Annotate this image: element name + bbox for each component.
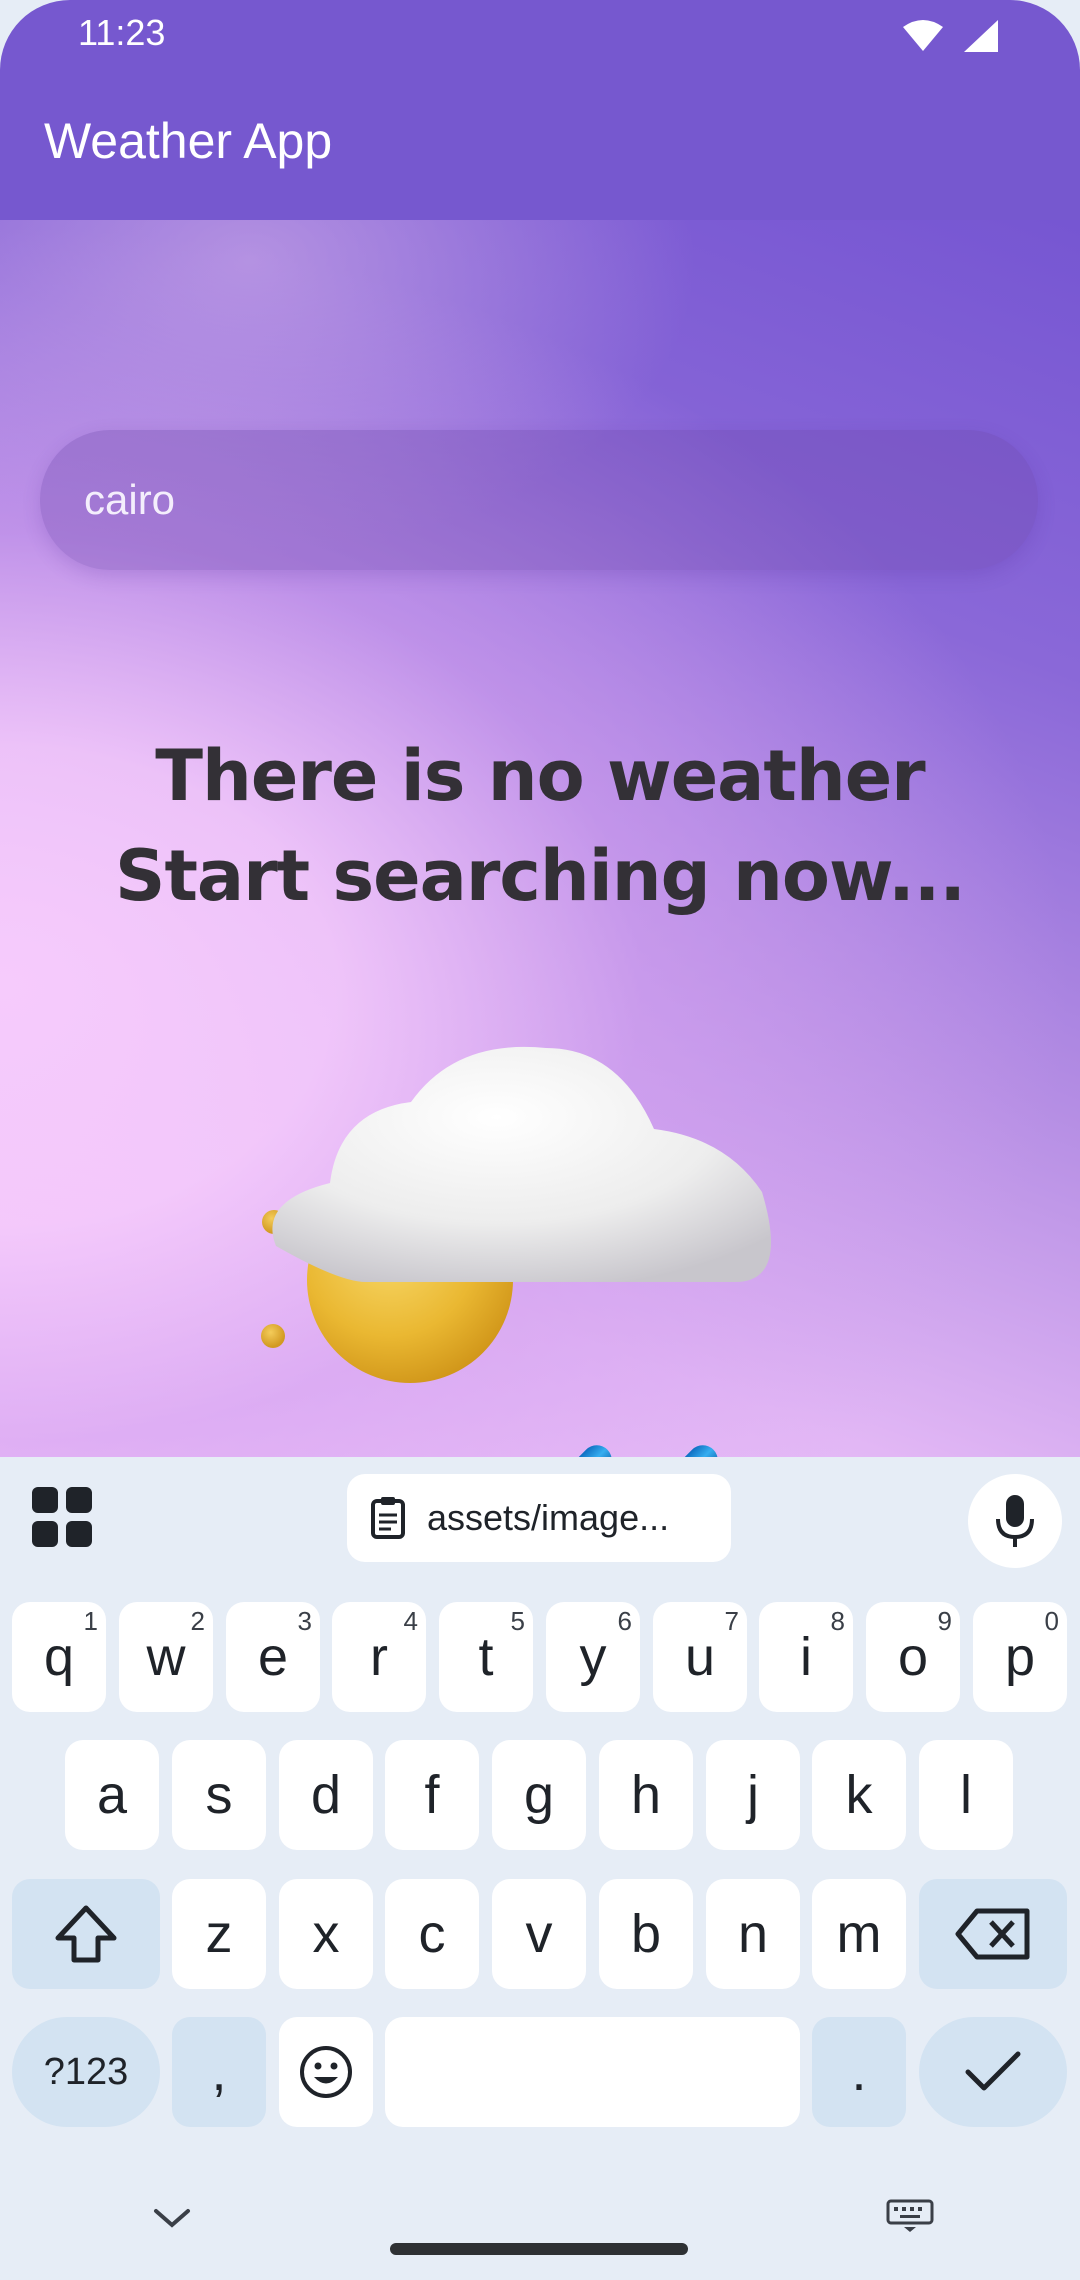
enter-key[interactable] [919, 2017, 1067, 2127]
key-j[interactable]: j [706, 1740, 800, 1850]
key-l[interactable]: l [919, 1740, 1013, 1850]
microphone-icon [996, 1495, 1034, 1547]
clipboard-suggestion-chip[interactable]: assets/image... [347, 1474, 731, 1562]
checkmark-icon [965, 2051, 1021, 2091]
emoji-icon [300, 2046, 352, 2098]
symbols-key[interactable]: ?123 [12, 2017, 160, 2127]
period-key[interactable]: . [812, 2017, 906, 2127]
key-f[interactable]: f [385, 1740, 479, 1850]
keyboard-toolbar: assets/image... [0, 1457, 1080, 1597]
search-input[interactable]: cairo [40, 430, 1038, 570]
key-d[interactable]: d [279, 1740, 373, 1850]
key-c[interactable]: c [385, 1879, 479, 1989]
app-header: 11:23 Weather App [0, 0, 1080, 220]
key-m[interactable]: m [812, 1879, 906, 1989]
key-x[interactable]: x [279, 1879, 373, 1989]
keyboard-switch-icon[interactable] [886, 2199, 934, 2233]
shift-icon [55, 1905, 117, 1963]
key-a[interactable]: a [65, 1740, 159, 1850]
key-n[interactable]: n [706, 1879, 800, 1989]
key-b[interactable]: b [599, 1879, 693, 1989]
sun-cloud-rain-image [261, 1046, 771, 1457]
voice-input-button[interactable] [968, 1474, 1062, 1568]
apps-grid-icon[interactable] [32, 1487, 92, 1547]
status-time: 11:23 [78, 12, 166, 53]
key-g[interactable]: g [492, 1740, 586, 1850]
key-r[interactable]: r4 [332, 1602, 426, 1712]
key-i[interactable]: i8 [759, 1602, 853, 1712]
key-w[interactable]: w2 [119, 1602, 213, 1712]
key-k[interactable]: k [812, 1740, 906, 1850]
key-q[interactable]: q1 [12, 1602, 106, 1712]
key-p[interactable]: p0 [973, 1602, 1067, 1712]
empty-message-title: There is no weather [155, 735, 925, 817]
hide-keyboard-chevron-icon[interactable] [150, 2203, 194, 2233]
key-o[interactable]: o9 [866, 1602, 960, 1712]
key-e[interactable]: e3 [226, 1602, 320, 1712]
comma-key[interactable]: , [172, 2017, 266, 2127]
key-u[interactable]: u7 [653, 1602, 747, 1712]
phone-screen: 11:23 Weather App cairo There is no weat… [0, 0, 1080, 2280]
cell-signal-icon [964, 20, 998, 52]
soft-keyboard: assets/image... q1 w2 e3 r4 t5 y6 u7 i8 … [0, 1457, 1080, 2280]
shift-key[interactable] [12, 1879, 160, 1989]
emoji-key[interactable] [279, 2017, 373, 2127]
home-gesture-bar[interactable] [390, 2243, 688, 2255]
key-t[interactable]: t5 [439, 1602, 533, 1712]
key-z[interactable]: z [172, 1879, 266, 1989]
clipboard-icon [371, 1497, 405, 1539]
app-title: Weather App [44, 113, 333, 169]
space-key[interactable] [385, 2017, 800, 2127]
wifi-icon [903, 20, 943, 51]
search-input-value: cairo [84, 476, 176, 523]
status-bar: 11:23 [0, 0, 1080, 72]
key-s[interactable]: s [172, 1740, 266, 1850]
key-y[interactable]: y6 [546, 1602, 640, 1712]
backspace-icon [955, 1908, 1030, 1960]
clipboard-text: assets/image... [427, 1497, 670, 1538]
main-content: cairo There is no weather Start searchin… [0, 220, 1080, 1457]
backspace-key[interactable] [919, 1879, 1067, 1989]
key-h[interactable]: h [599, 1740, 693, 1850]
key-v[interactable]: v [492, 1879, 586, 1989]
